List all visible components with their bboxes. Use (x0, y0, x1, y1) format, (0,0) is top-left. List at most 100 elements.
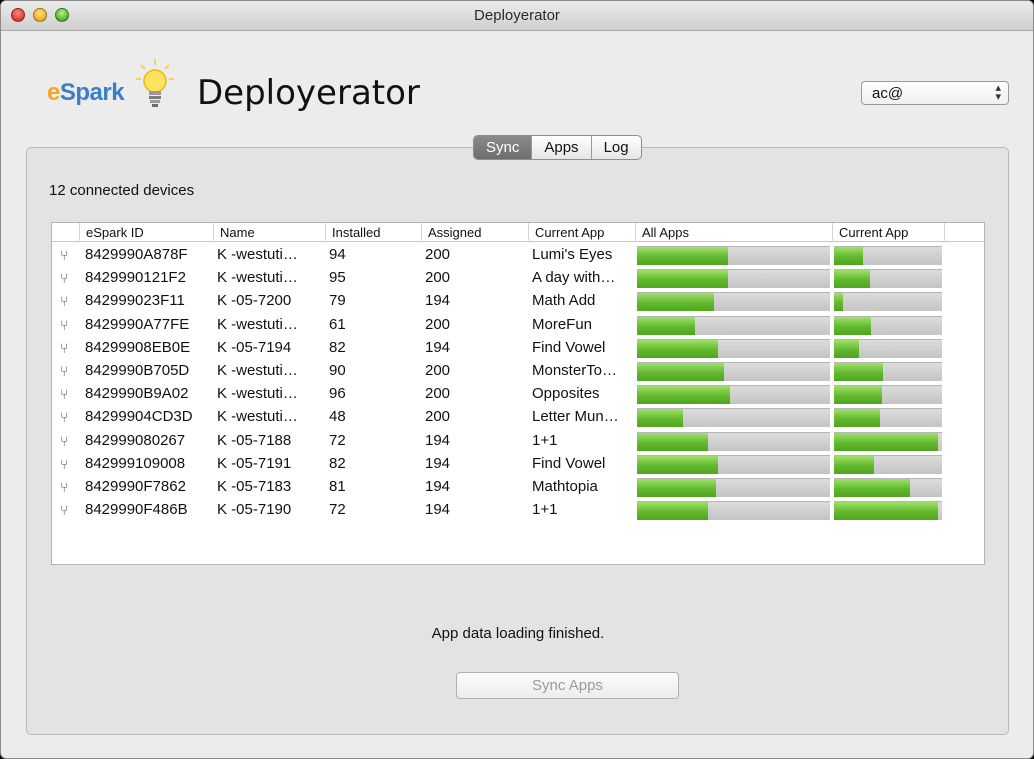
logo-text-rest: Spark (59, 79, 125, 106)
column-header-all-apps[interactable]: All Apps (635, 223, 832, 242)
all-apps-progress-bar-fill (637, 316, 695, 335)
table-row[interactable]: ⑂ 8429990F486B K -05-7190 72 194 1+1 (52, 499, 984, 522)
cell-espark-id: 842999023F11 (85, 292, 185, 310)
cell-espark-id: 8429990F486B (85, 501, 188, 519)
cell-current-app: Math Add (532, 292, 596, 310)
logo-text-e: e (47, 79, 60, 106)
cell-installed: 72 (329, 501, 346, 519)
current-app-progress-bar-fill (834, 409, 880, 428)
column-header-installed[interactable]: Installed (325, 223, 421, 242)
cell-assigned: 194 (425, 431, 451, 449)
account-select[interactable]: ac@ ▴ ▾ (861, 81, 1009, 105)
current-app-progress-bar (834, 315, 942, 335)
all-apps-progress-bar (637, 315, 830, 335)
cell-espark-id: 84299908EB0E (85, 338, 191, 356)
cell-espark-id: 84299904CD3D (85, 408, 193, 426)
sync-apps-button[interactable]: Sync Apps (456, 672, 679, 699)
cell-assigned: 200 (425, 315, 451, 333)
column-header-icon[interactable] (52, 223, 79, 242)
column-header-assigned[interactable]: Assigned (421, 223, 528, 242)
app-window: Deployerator eSpark Deployerator ac@ ▴ ▾ … (0, 0, 1034, 759)
all-apps-progress-bar (637, 292, 830, 312)
current-app-progress-bar (834, 408, 942, 428)
all-apps-progress-bar-fill (637, 432, 708, 451)
column-header-espark-id[interactable]: eSpark ID (79, 223, 213, 242)
current-app-progress-bar (834, 292, 942, 312)
table-header: eSpark ID Name Installed Assigned Curren… (52, 223, 984, 242)
current-app-progress-bar-fill (834, 247, 863, 265)
cell-name: K -westuti… (217, 361, 298, 379)
table-row[interactable]: ⑂ 842999080267 K -05-7188 72 194 1+1 (52, 430, 984, 453)
table-row[interactable]: ⑂ 84299904CD3D K -westuti… 48 200 Letter Mun… (52, 406, 984, 429)
cell-name: K -westuti… (217, 246, 298, 263)
table-row[interactable]: ⑂ 8429990F7862 K -05-7183 81 194 Mathtopia (52, 476, 984, 499)
table-row[interactable]: ⑂ 8429990A77FE K -westuti… 61 200 MoreFun (52, 314, 984, 337)
current-app-progress-bar-fill (834, 293, 843, 312)
all-apps-progress-bar-fill (637, 478, 716, 497)
cell-assigned: 194 (425, 454, 451, 472)
cell-espark-id: 842999109008 (85, 454, 186, 472)
usb-icon: ⑂ (60, 339, 69, 356)
cell-name: K -05-7190 (217, 501, 292, 519)
usb-icon: ⑂ (60, 386, 69, 403)
all-apps-progress-bar (637, 408, 830, 428)
usb-icon: ⑂ (60, 432, 69, 449)
window-title: Deployerator (474, 7, 560, 24)
current-app-progress-bar (834, 454, 942, 474)
table-body: ⑂ 8429990A878F K -westuti… 94 200 Lumi's Eyes… (52, 244, 984, 522)
cell-current-app: Find Vowel (532, 338, 606, 356)
current-app-progress-bar (834, 338, 942, 358)
cell-installed: 90 (329, 361, 346, 379)
cell-installed: 72 (329, 431, 346, 449)
espark-logo: eSpark (47, 57, 177, 113)
cell-current-app: Opposites (532, 385, 600, 403)
cell-espark-id: 8429990A77FE (85, 315, 190, 333)
column-header-name[interactable]: Name (213, 223, 325, 242)
cell-espark-id: 8429990B705D (85, 361, 190, 379)
usb-icon: ⑂ (60, 247, 69, 263)
cell-assigned: 194 (425, 338, 451, 356)
current-app-progress-bar-fill (834, 339, 859, 358)
current-app-progress-bar-fill (834, 362, 883, 381)
devices-table[interactable]: eSpark ID Name Installed Assigned Curren… (51, 222, 985, 565)
cell-name: K -05-7194 (217, 338, 292, 356)
all-apps-progress-bar-fill (637, 293, 714, 312)
all-apps-progress-bar-fill (637, 339, 718, 358)
current-app-progress-bar (834, 361, 942, 381)
current-app-progress-bar-fill (834, 270, 870, 289)
table-row[interactable]: ⑂ 842999023F11 K -05-7200 79 194 Math Add (52, 290, 984, 313)
current-app-progress-bar (834, 431, 942, 451)
usb-icon: ⑂ (60, 293, 69, 310)
cell-assigned: 194 (425, 292, 451, 310)
cell-installed: 61 (329, 315, 346, 333)
cell-assigned: 200 (425, 385, 451, 403)
current-app-progress-bar-fill (834, 502, 938, 521)
cell-name: K -westuti… (217, 385, 298, 403)
cell-current-app: A day with… (532, 269, 616, 287)
tab-sync[interactable]: Sync (474, 136, 533, 159)
table-row[interactable]: ⑂ 8429990A878F K -westuti… 94 200 Lumi's Eyes (52, 244, 984, 267)
cell-name: K -05-7183 (217, 477, 292, 495)
cell-name: K -05-7191 (217, 454, 292, 472)
cell-installed: 81 (329, 477, 346, 495)
all-apps-progress-bar (637, 431, 830, 451)
tab-log[interactable]: Log (592, 136, 641, 159)
table-row[interactable]: ⑂ 8429990B705D K -westuti… 90 200 MonsterTo… (52, 360, 984, 383)
table-row[interactable]: ⑂ 84299908EB0E K -05-7194 82 194 Find Vowel (52, 337, 984, 360)
column-header-current-app-progress[interactable]: Current App (832, 223, 944, 242)
column-header-current-app[interactable]: Current App (528, 223, 635, 242)
table-row[interactable]: ⑂ 842999109008 K -05-7191 82 194 Find Vowel (52, 453, 984, 476)
tab-apps[interactable]: Apps (532, 136, 592, 159)
cell-installed: 95 (329, 269, 346, 287)
cell-assigned: 200 (425, 246, 451, 263)
usb-icon: ⑂ (60, 362, 69, 379)
table-row[interactable]: ⑂ 8429990121F2 K -westuti… 95 200 A day with… (52, 267, 984, 290)
all-apps-progress-bar (637, 338, 830, 358)
all-apps-progress-bar-fill (637, 455, 718, 474)
cell-assigned: 200 (425, 269, 451, 287)
table-row[interactable]: ⑂ 8429990B9A02 K -westuti… 96 200 Opposites (52, 383, 984, 406)
cell-name: K -05-7188 (217, 431, 292, 449)
status-message: App data loading finished. (431, 625, 605, 642)
title-bar[interactable]: Deployerator (1, 1, 1033, 31)
cell-current-app: Lumi's Eyes (532, 246, 613, 263)
